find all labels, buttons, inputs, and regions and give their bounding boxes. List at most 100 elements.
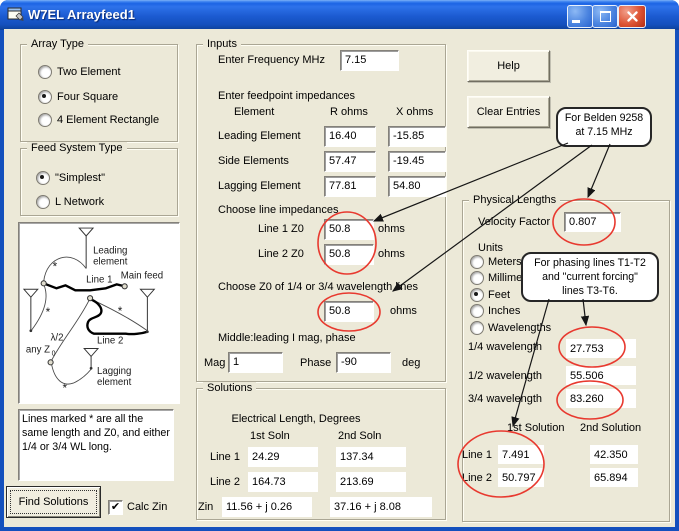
close-button[interactable] (618, 5, 646, 28)
maximize-icon (600, 11, 611, 22)
physical-lengths-legend: Physical Lengths (469, 194, 560, 207)
zin-value1: 11.56 + j 0.26 (222, 497, 312, 517)
radio-simplest-label: "Simplest" (55, 172, 105, 185)
diagram-lagging-label-2: element (97, 377, 132, 388)
units-label: Units (478, 242, 503, 255)
diagram-any-z0-sub: 0 (52, 350, 56, 357)
frequency-label: Enter Frequency MHz (218, 54, 325, 67)
line2-z0-label: Line 2 Z0 (258, 248, 304, 261)
physical-line2-value2: 65.894 (590, 468, 638, 487)
radio-inches-label: Inches (488, 305, 520, 318)
diagram-leading-label-2: element (93, 257, 128, 268)
calc-zin-checkbox[interactable]: ✔ (108, 500, 123, 515)
physical-line2-label: Line 2 (462, 472, 492, 485)
lagging-r-input[interactable]: 77.81 (324, 176, 376, 197)
radio-meters[interactable] (470, 255, 484, 269)
diagram-star-2: * (46, 305, 51, 319)
column-element: Element (234, 106, 274, 119)
radio-4-element-rectangle-label: 4 Element Rectangle (57, 114, 159, 127)
solutions-line2-value1: 164.73 (248, 472, 318, 492)
diagram-half-wl-label: λ/2 (51, 333, 64, 344)
diagram-star-4: * (62, 381, 67, 395)
clear-entries-label: Clear Entries (477, 106, 541, 118)
find-solutions-button[interactable]: Find Solutions (6, 486, 101, 518)
radio-four-square[interactable] (38, 90, 52, 104)
solutions-line1-label: Line 1 (210, 451, 240, 464)
radio-wavelengths[interactable] (470, 321, 484, 335)
phasing-callout-line3: lines T3-T6. (523, 284, 657, 298)
column-r-ohms: R ohms (330, 106, 368, 119)
radio-l-network-label: L Network (55, 196, 104, 209)
solutions-legend: Solutions (203, 382, 256, 395)
choose-z0-input[interactable]: 50.8 (324, 301, 374, 322)
leading-r-input[interactable]: 16.40 (324, 126, 376, 147)
column-x-ohms: X ohms (396, 106, 433, 119)
array-diagram-drawing: Leading element Main feed Line 1 Line 2 … (19, 223, 177, 401)
app-icon (7, 7, 25, 23)
radio-two-element[interactable] (38, 65, 52, 79)
leading-x-input[interactable]: -15.85 (388, 126, 446, 147)
side-elements-label: Side Elements (218, 155, 289, 168)
radio-l-network[interactable] (36, 195, 50, 209)
half-wavelength-label: 1/2 wavelength (468, 370, 542, 383)
feed-system-legend: Feed System Type (27, 142, 127, 155)
solutions-line2-label: Line 2 (210, 476, 240, 489)
velocity-factor-label: Velocity Factor (478, 216, 550, 229)
diagram-leading-label-1: Leading (93, 246, 127, 257)
line1-z0-ohms: ohms (378, 223, 405, 236)
quarter-wavelength-label: 1/4 wavelength (468, 341, 542, 354)
radio-feet[interactable] (470, 288, 484, 302)
belden-callout-line2: at 7.15 MHz (558, 125, 650, 139)
line1-z0-input[interactable]: 50.8 (324, 219, 374, 240)
diagram-lagging-label-1: Lagging (97, 366, 131, 377)
line2-z0-input[interactable]: 50.8 (324, 244, 374, 265)
electrical-length-header: Electrical Length, Degrees (216, 413, 376, 426)
clear-entries-button[interactable]: Clear Entries (467, 96, 550, 128)
solutions-line2-value2: 213.69 (336, 472, 406, 492)
radio-simplest[interactable] (36, 171, 50, 185)
phase-input[interactable]: -90 (336, 352, 391, 373)
close-icon (627, 11, 638, 22)
mag-input[interactable]: 1 (228, 352, 283, 373)
calc-zin-label: Calc Zin (127, 501, 167, 514)
maximize-button[interactable] (592, 5, 618, 28)
minimize-button[interactable] (567, 5, 593, 28)
inputs-legend: Inputs (203, 38, 241, 51)
find-solutions-label: Find Solutions (19, 496, 89, 508)
solutions-col2-header: 2nd Soln (338, 430, 381, 443)
mag-label: Mag (204, 357, 225, 370)
middle-leading-label: Middle:leading I mag, phase (218, 332, 356, 345)
physical-line1-value2: 42.350 (590, 445, 638, 464)
physical-line1-value1: 7.491 (498, 445, 544, 464)
lagging-x-input[interactable]: 54.80 (388, 176, 446, 197)
quarter-wavelength-value: 27.753 (566, 339, 636, 358)
velocity-factor-input[interactable]: 0.807 (564, 212, 621, 232)
deg-label: deg (402, 357, 420, 370)
radio-inches[interactable] (470, 304, 484, 318)
radio-wavelengths-label: Wavelengths (488, 322, 551, 335)
side-x-input[interactable]: -19.45 (388, 151, 446, 172)
leading-element-label: Leading Element (218, 130, 301, 143)
phasing-callout-line2: and "current forcing" (523, 270, 657, 284)
frequency-input[interactable]: 7.15 (340, 50, 399, 71)
side-r-input[interactable]: 57.47 (324, 151, 376, 172)
solutions-col1-header: 1st Soln (250, 430, 290, 443)
physical-col1-header: 1st Solution (507, 422, 564, 435)
help-button[interactable]: Help (467, 50, 550, 82)
window-title: W7EL Arrayfeed1 (28, 0, 135, 29)
feedpoint-label: Enter feedpoint impedances (218, 90, 355, 103)
radio-4-element-rectangle[interactable] (38, 113, 52, 127)
note-box: Lines marked * are all the same length a… (18, 409, 174, 481)
choose-line-impedances-label: Choose line impedances (218, 204, 338, 217)
array-type-legend: Array Type (27, 38, 88, 51)
radio-feet-label: Feet (488, 289, 510, 302)
solutions-line1-value1: 24.29 (248, 447, 318, 467)
help-button-label: Help (497, 60, 520, 72)
half-wavelength-value: 55.506 (566, 366, 636, 385)
radio-millimeters[interactable] (470, 271, 484, 285)
choose-z0-label: Choose Z0 of 1/4 or 3/4 wavelength lines (218, 281, 418, 294)
phase-label: Phase (300, 357, 331, 370)
solutions-line1-value2: 137.34 (336, 447, 406, 467)
belden-callout: For Belden 9258 at 7.15 MHz (556, 107, 652, 147)
radio-two-element-label: Two Element (57, 66, 121, 79)
